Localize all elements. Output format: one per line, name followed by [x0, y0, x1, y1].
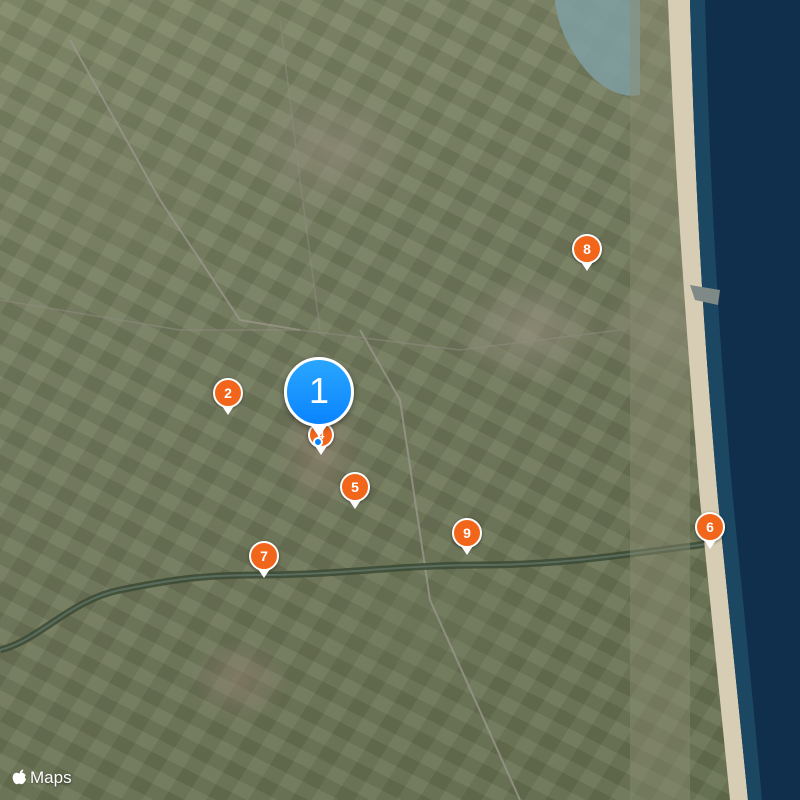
map-pin-label: 7: [260, 548, 268, 564]
maps-attribution[interactable]: Maps: [12, 768, 72, 788]
road: [279, 19, 321, 331]
map-pin-9[interactable]: 9: [452, 518, 482, 555]
map-pin-label: 9: [463, 525, 471, 541]
map-pin-label: 2: [224, 385, 232, 401]
map-pin-label: 1: [308, 370, 330, 411]
road: [0, 299, 621, 351]
current-location-dot-icon: [313, 437, 323, 447]
road: [69, 39, 301, 331]
satellite-terrain: [0, 0, 800, 800]
map-pin-8[interactable]: 8: [572, 234, 602, 271]
apple-logo-icon: [12, 769, 27, 785]
map-pin-label: 5: [351, 479, 359, 495]
map-pin-1-selected[interactable]: 1: [284, 357, 354, 437]
map-pin-label: 8: [583, 241, 591, 257]
map-view[interactable]: 2 4 5 6 7 8 9 1 Maps: [0, 0, 800, 800]
lagoon: [555, 0, 640, 96]
attribution-text: Maps: [30, 768, 72, 787]
map-pin-label: 6: [706, 519, 714, 535]
map-pin-7[interactable]: 7: [249, 541, 279, 578]
map-pin-2[interactable]: 2: [213, 378, 243, 415]
map-pin-5[interactable]: 5: [340, 472, 370, 509]
map-pin-6[interactable]: 6: [695, 512, 725, 549]
